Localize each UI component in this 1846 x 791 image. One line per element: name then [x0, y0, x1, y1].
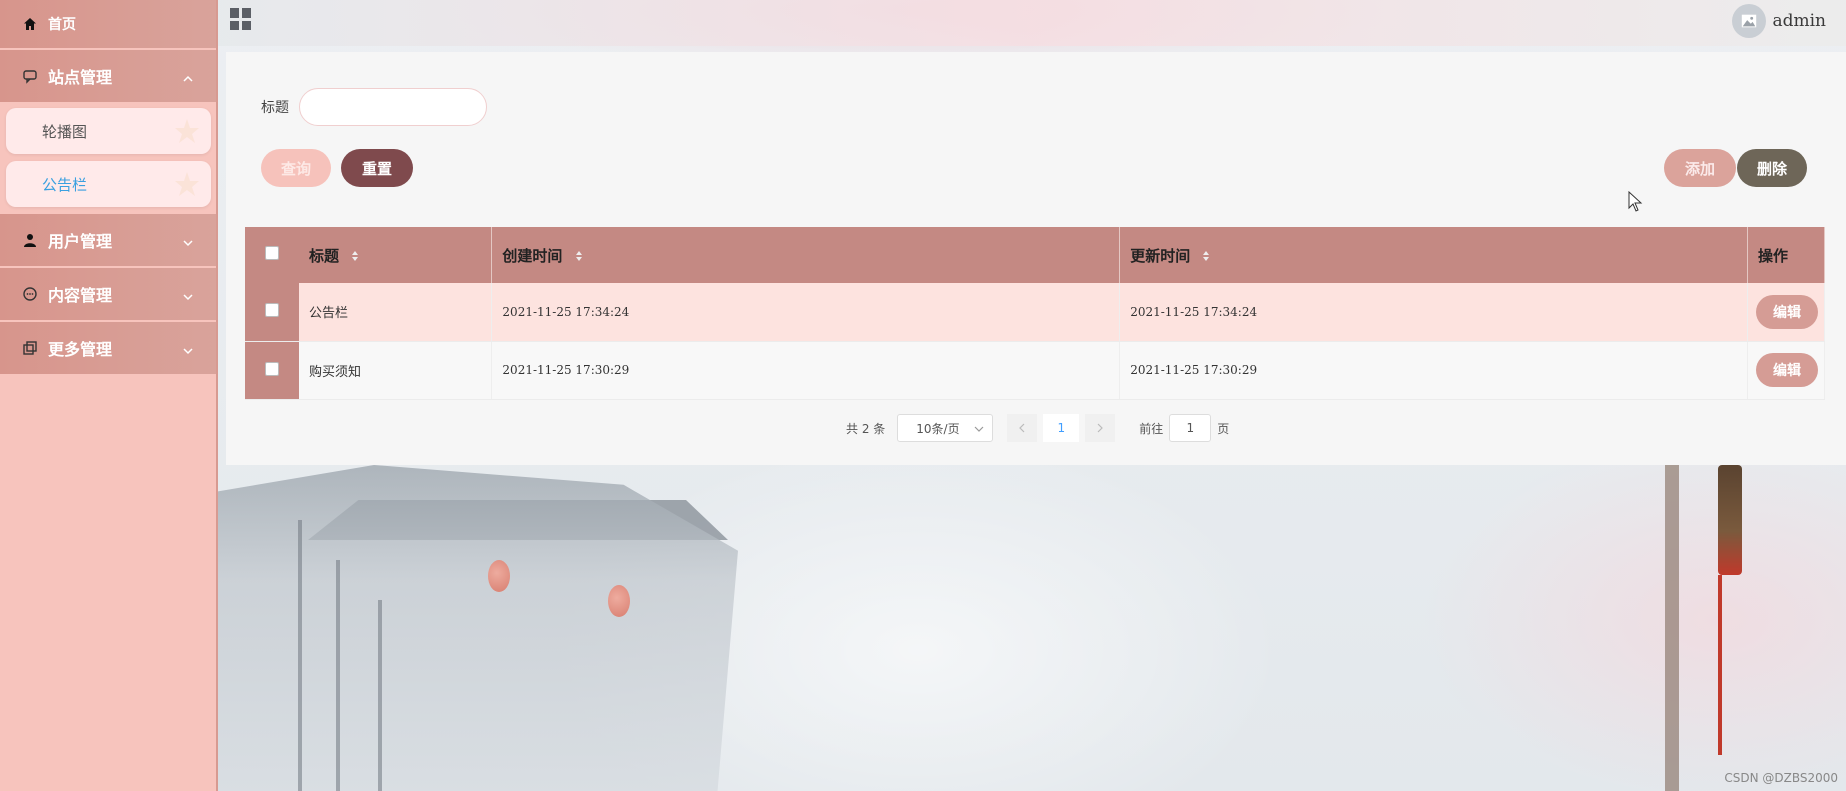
- sidebar-item-label: 用户管理: [48, 232, 113, 251]
- copy-icon: [22, 340, 38, 356]
- pavilion: [218, 465, 738, 791]
- user-icon: [22, 232, 38, 248]
- cell-created: 2021-11-25 17:30:29: [491, 341, 1121, 400]
- user-menu[interactable]: admin: [1732, 4, 1826, 38]
- reset-button[interactable]: 重置: [341, 149, 413, 187]
- bamboo-stalk: [298, 520, 302, 791]
- select-all-cell: [245, 227, 299, 283]
- row-select-cell: [245, 341, 299, 400]
- menu-toggle-icon[interactable]: [230, 8, 252, 30]
- goto-page: 前往 1 页: [1139, 414, 1229, 442]
- cell-title: 公告栏: [298, 283, 493, 342]
- sort-icon[interactable]: [350, 249, 360, 263]
- cell-created: 2021-11-25 17:34:24: [491, 283, 1121, 342]
- sidebar-subitem-carousel[interactable]: 轮播图: [6, 108, 211, 154]
- column-header-updated[interactable]: 更新时间: [1119, 227, 1748, 283]
- comment-icon: [22, 286, 38, 302]
- page-size-value: 10条/页: [916, 421, 960, 436]
- pagination-total: 共 2 条: [846, 421, 886, 436]
- pagination: 共 2 条 10条/页 1 前往 1 页: [846, 414, 1229, 442]
- sidebar-item-user-management[interactable]: 用户管理: [0, 214, 216, 266]
- lantern: [488, 560, 510, 592]
- edit-button[interactable]: 编辑: [1755, 353, 1818, 387]
- prev-page-button[interactable]: [1007, 414, 1038, 442]
- edit-button[interactable]: 编辑: [1755, 294, 1818, 329]
- column-header-label: 更新时间: [1130, 246, 1191, 265]
- row-checkbox[interactable]: [264, 303, 279, 318]
- tree-trunk: [1665, 465, 1679, 791]
- title-search-input[interactable]: [299, 88, 487, 126]
- table-row: 购买须知 2021-11-25 17:30:29 2021-11-25 17:3…: [245, 341, 1826, 400]
- cell-updated: 2021-11-25 17:34:24: [1119, 283, 1748, 342]
- column-header-label: 创建时间: [502, 246, 563, 265]
- chevron-right-icon: [1097, 423, 1104, 433]
- page-size-select[interactable]: 10条/页: [897, 414, 994, 442]
- sidebar-item-label: 内容管理: [48, 286, 113, 305]
- star-decoration-icon: [173, 170, 201, 198]
- sidebar-item-more-management[interactable]: 更多管理: [0, 322, 216, 374]
- column-header-created[interactable]: 创建时间: [491, 227, 1121, 283]
- column-header-actions: 操作: [1747, 227, 1826, 283]
- content-panel: 标题 查询 重置 添加 删除 标题 创建时间 更新时间 操作 公告栏 2021-…: [226, 52, 1846, 465]
- delete-button[interactable]: 删除: [1737, 149, 1807, 187]
- goto-page-input[interactable]: 1: [1169, 414, 1212, 442]
- cell-title: 购买须知: [298, 341, 493, 400]
- goto-prefix: 前往: [1139, 421, 1164, 436]
- chevron-down-icon: [182, 288, 194, 301]
- goto-suffix: 页: [1217, 421, 1230, 436]
- page-number-current[interactable]: 1: [1043, 414, 1080, 442]
- next-page-button[interactable]: [1085, 414, 1116, 442]
- chevron-down-icon: [182, 342, 194, 355]
- row-checkbox[interactable]: [264, 361, 279, 376]
- tassel-string: [1718, 575, 1722, 755]
- sidebar-item-label: 站点管理: [48, 68, 113, 87]
- sidebar-item-site-management[interactable]: 站点管理: [0, 50, 216, 102]
- chevron-down-icon: [974, 423, 984, 433]
- sidebar-subitem-label: 公告栏: [42, 175, 88, 194]
- sidebar-item-label: 首页: [48, 17, 76, 33]
- chevron-left-icon: [1019, 423, 1025, 433]
- title-search-label: 标题: [261, 100, 289, 116]
- query-button[interactable]: 查询: [261, 149, 331, 187]
- select-all-checkbox[interactable]: [264, 246, 279, 260]
- sidebar-item-home[interactable]: 首页: [0, 0, 216, 48]
- sort-icon[interactable]: [574, 249, 584, 263]
- bamboo-stalk: [336, 560, 340, 791]
- table-row: 公告栏 2021-11-25 17:34:24 2021-11-25 17:34…: [245, 283, 1826, 342]
- watermark: CSDN @DZBS2000: [1724, 771, 1838, 785]
- data-table: 标题 创建时间 更新时间 操作 公告栏 2021-11-25 17:34:24 …: [245, 227, 1826, 400]
- tassel-ornament: [1718, 465, 1742, 575]
- column-header-label: 标题: [308, 246, 339, 265]
- cell-updated: 2021-11-25 17:30:29: [1119, 341, 1748, 400]
- row-select-cell: [245, 283, 299, 342]
- cell-actions: 编辑: [1747, 341, 1826, 400]
- sidebar: 首页 暂停 站点管理 轮播图 公告栏 用户管理 内: [0, 0, 218, 791]
- avatar-icon[interactable]: [1732, 4, 1767, 38]
- user-name[interactable]: admin: [1772, 11, 1826, 31]
- star-decoration-icon: [173, 117, 201, 145]
- cell-actions: 编辑: [1747, 283, 1826, 342]
- table-header-row: 标题 创建时间 更新时间 操作: [245, 227, 1826, 283]
- sidebar-item-label: 更多管理: [48, 340, 113, 359]
- sidebar-subitem-bulletin[interactable]: 公告栏: [6, 161, 211, 207]
- chevron-up-icon: [182, 70, 194, 82]
- add-button[interactable]: 添加: [1664, 149, 1736, 187]
- sidebar-item-content-management[interactable]: 内容管理: [0, 268, 216, 320]
- chevron-down-icon: [182, 234, 194, 247]
- search-form: 标题: [261, 88, 487, 126]
- lantern: [608, 585, 630, 617]
- sidebar-subitem-label: 轮播图: [42, 122, 88, 141]
- sort-icon[interactable]: [1201, 249, 1211, 263]
- column-header-label: 操作: [1757, 246, 1788, 265]
- column-header-title[interactable]: 标题: [298, 227, 493, 283]
- mouse-cursor-icon: [1628, 191, 1643, 212]
- chat-icon: [22, 68, 38, 84]
- home-icon: [22, 16, 38, 32]
- bamboo-stalk: [378, 600, 382, 791]
- top-bar: admin: [218, 0, 1846, 46]
